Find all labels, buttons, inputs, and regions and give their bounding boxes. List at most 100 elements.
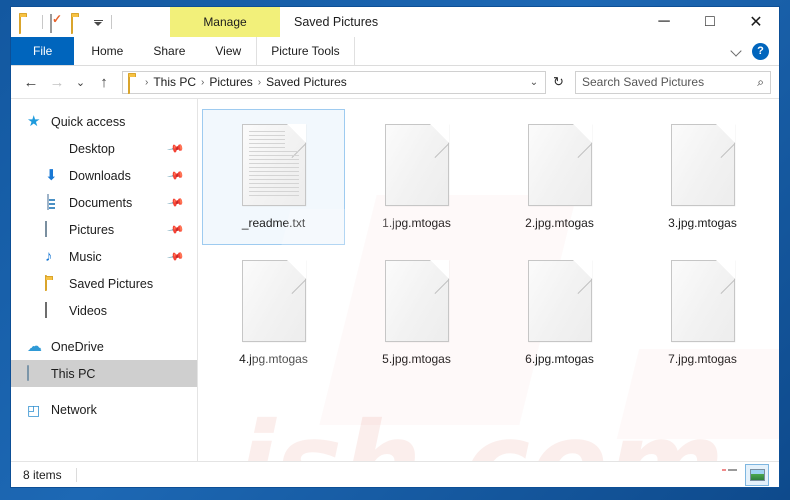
pin-icon[interactable]: 📌 [167, 193, 186, 212]
sidebar-item-downloads[interactable]: ⬇ Downloads 📌 [11, 162, 197, 189]
search-input[interactable]: Search Saved Pictures [582, 75, 757, 89]
status-divider [75, 467, 77, 482]
sidebar-item-label: Saved Pictures [69, 276, 154, 291]
monitor-icon [45, 141, 62, 157]
sidebar-item-label: OneDrive [51, 339, 104, 354]
tab-picture-tools[interactable]: Picture Tools [256, 37, 355, 65]
back-button[interactable]: ← [19, 70, 43, 94]
sidebar-item-music[interactable]: ♪ Music 📌 [11, 243, 197, 270]
properties-icon[interactable] [50, 14, 66, 33]
large-icons-view-button[interactable] [745, 463, 769, 486]
file-icon-wrapper [670, 252, 735, 350]
explorer-body: ★ Quick access Desktop 📌 ⬇ Downloads 📌 Document… [11, 99, 779, 461]
up-button[interactable]: ↑ [92, 70, 116, 94]
customize-caret-icon[interactable] [92, 14, 104, 30]
file-item[interactable]: 7.jpg.mtogas [631, 245, 774, 381]
file-icon-wrapper [241, 116, 306, 214]
file-item[interactable]: _readme.txt [202, 109, 345, 245]
details-view-button[interactable] [717, 464, 741, 486]
sidebar-item-desktop[interactable]: Desktop 📌 [11, 135, 197, 162]
search-box[interactable]: Search Saved Pictures ⌕ [575, 70, 771, 94]
large-icons-view-icon [749, 468, 765, 481]
sidebar-item-network[interactable]: ◰ Network [11, 396, 197, 423]
file-item[interactable]: 4.jpg.mtogas [202, 245, 345, 381]
sidebar-item-label: Desktop [69, 141, 115, 156]
cloud-icon: ☁ [27, 337, 42, 355]
file-list-view[interactable]: ish.com _readme.txt 1.jpg.mtogas 2.jpg.mto… [198, 99, 779, 461]
file-name-label: 2.jpg.mtogas [525, 216, 594, 230]
sidebar-item-onedrive[interactable]: ☁ OneDrive [11, 333, 197, 360]
minimize-button[interactable]: ─ [641, 7, 687, 37]
ribbon-controls: ? [731, 37, 779, 65]
help-icon[interactable]: ? [752, 42, 769, 60]
status-bar: 8 items [11, 461, 779, 487]
unknown-file-icon [527, 260, 592, 342]
window-controls: ─ □ ✕ [641, 7, 779, 37]
file-item[interactable]: 2.jpg.mtogas [488, 109, 631, 245]
unknown-file-icon [670, 124, 735, 206]
file-name-label: 5.jpg.mtogas [382, 352, 451, 366]
maximize-button[interactable]: □ [687, 7, 733, 37]
view-mode-buttons [717, 463, 779, 486]
ribbon-tab-strip: File Home Share View Picture Tools ? [11, 37, 779, 66]
sidebar-item-saved-pictures[interactable]: Saved Pictures [11, 270, 197, 297]
pin-icon[interactable]: 📌 [167, 247, 186, 266]
watermark-text: ish.com [224, 399, 739, 461]
forward-button: → [49, 73, 65, 91]
refresh-button[interactable]: ↻ [548, 71, 569, 94]
file-icon-wrapper [241, 252, 306, 350]
navpane-group-gap [11, 324, 197, 333]
file-name-label: 1.jpg.mtogas [382, 216, 451, 230]
navpane-group-gap [11, 387, 197, 396]
folder-icon[interactable] [19, 14, 35, 34]
file-icon-wrapper [384, 116, 449, 214]
search-icon[interactable]: ⌕ [757, 75, 764, 90]
pin-icon[interactable]: 📌 [167, 220, 186, 239]
file-item[interactable]: 6.jpg.mtogas [488, 245, 631, 381]
file-name-label: 3.jpg.mtogas [668, 216, 737, 230]
file-name-label: 7.jpg.mtogas [668, 352, 737, 366]
document-icon [45, 193, 62, 211]
sidebar-item-label: Downloads [69, 168, 131, 183]
tab-home[interactable]: Home [76, 37, 138, 65]
file-explorer-window: Manage Saved Pictures ─ □ ✕ File Home Sh… [10, 6, 780, 488]
sidebar-item-this-pc[interactable]: This PC [11, 360, 197, 387]
computer-icon [27, 364, 44, 382]
chevron-down-icon[interactable] [731, 45, 743, 57]
sidebar-item-quick-access[interactable]: ★ Quick access [11, 108, 197, 135]
sidebar-item-videos[interactable]: Videos [11, 297, 197, 324]
breadcrumb-folder-icon [128, 74, 144, 94]
breadcrumb-item-pictures[interactable]: Pictures [205, 75, 256, 89]
quick-access-toolbar [11, 7, 120, 37]
navigation-pane: ★ Quick access Desktop 📌 ⬇ Downloads 📌 Document… [11, 99, 198, 461]
tab-share[interactable]: Share [138, 37, 200, 65]
breadcrumb[interactable]: › This PC › Pictures › Saved Pictures ⌄ [122, 70, 546, 94]
sidebar-item-label: Videos [69, 303, 107, 318]
file-item[interactable]: 5.jpg.mtogas [345, 245, 488, 381]
recent-locations-button[interactable]: ⌄ [71, 70, 90, 94]
tab-file[interactable]: File [11, 37, 75, 65]
breadcrumb-item-this-pc[interactable]: This PC [149, 75, 200, 89]
file-item[interactable]: 3.jpg.mtogas [631, 109, 774, 245]
folder-icon [45, 274, 62, 292]
file-item[interactable]: 1.jpg.mtogas [345, 109, 488, 245]
sidebar-item-pictures[interactable]: Pictures 📌 [11, 216, 197, 243]
breadcrumb-item-saved-pictures[interactable]: Saved Pictures [262, 75, 351, 89]
pin-icon[interactable]: 📌 [167, 139, 186, 158]
close-button[interactable]: ✕ [733, 7, 779, 37]
sidebar-item-label: Pictures [69, 222, 115, 237]
text-file-icon [241, 124, 306, 206]
sidebar-item-label: Network [51, 402, 97, 417]
star-icon: ★ [27, 112, 41, 130]
pin-icon[interactable]: 📌 [167, 166, 186, 185]
sidebar-item-label: Quick access [51, 114, 126, 129]
download-icon: ⬇ [45, 166, 58, 184]
file-grid: _readme.txt 1.jpg.mtogas 2.jpg.mtogas 3.jpg… [202, 109, 779, 381]
chevron-down-icon-address[interactable]: ⌄ [527, 77, 541, 88]
unknown-file-icon [241, 260, 306, 342]
unknown-file-icon [384, 124, 449, 206]
tab-view[interactable]: View [200, 37, 256, 65]
new-folder-icon[interactable] [71, 14, 87, 34]
sidebar-item-documents[interactable]: Documents 📌 [11, 189, 197, 216]
title-bar: Manage Saved Pictures ─ □ ✕ [11, 7, 779, 37]
